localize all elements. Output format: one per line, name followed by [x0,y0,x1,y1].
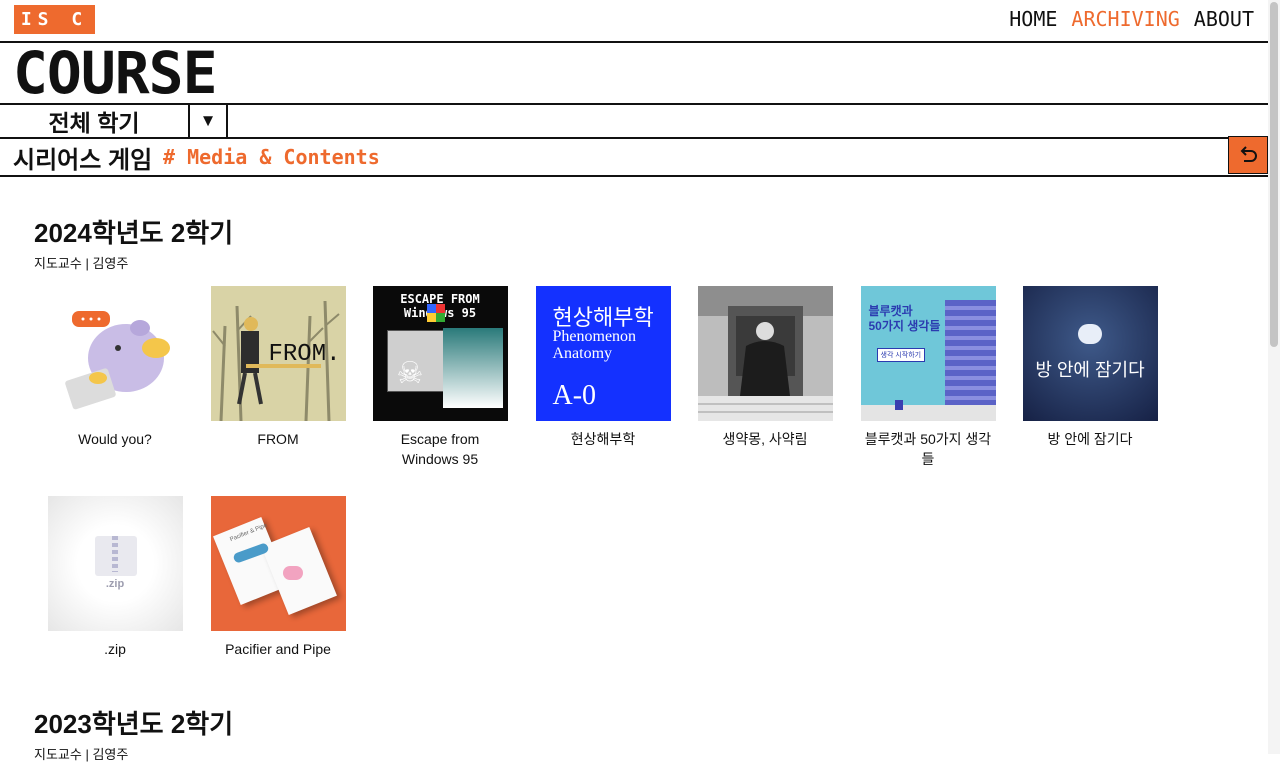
project-title: .zip [104,641,126,657]
project-title: 블루캣과 50가지 생각들 [864,431,992,467]
subject-row: 시리어스 게임 # Media & Contents [0,136,1268,177]
thumbnail-code: A-0 [552,380,597,411]
scroll-thumb[interactable] [1270,2,1278,347]
scrollbar[interactable] [1268,0,1280,754]
thumbnail-text: .zip [105,578,125,590]
subject-tag: # Media & Contents [163,145,380,169]
page-title: COURSE [13,39,218,107]
main-nav: HOME ARCHIVING ABOUT [1009,7,1254,31]
triangle-down-icon[interactable]: ▼ [190,105,228,137]
project-thumbnail[interactable]: 방 안에 잠기다 [1022,286,1158,421]
thumbnail-subtitle: Anatomy [552,345,613,362]
undo-icon [1240,146,1257,162]
project-thumbnail[interactable] [697,286,833,421]
thumbnail-text: 50가지 생각들 [868,319,941,333]
project-thumbnail[interactable]: FROM. [210,286,346,421]
nav-about[interactable]: ABOUT [1194,7,1254,31]
semester-filter-row: 전체 학기 ▼ [0,103,1268,139]
project-card-from[interactable]: FROM. FROM [210,286,346,449]
back-button[interactable] [1228,136,1268,174]
project-title: FROM [257,431,299,447]
project-title: 방 안에 잠기다 [1047,431,1133,447]
semester-select[interactable]: 전체 학기 [0,105,190,137]
project-card-would-you[interactable]: Would you? [47,286,183,449]
project-title: Would you? [78,431,152,447]
project-title: 생약몽, 사약림 [722,431,808,447]
section-title: 2024학년도 2학기 [34,218,234,248]
project-thumbnail[interactable]: 블루캣과 50가지 생각들 생각 시작하기 [860,286,996,421]
subject-name: 시리어스 게임 [13,147,153,174]
thumbnail-subtitle: Phenomenon [552,328,637,345]
project-thumbnail[interactable]: ESCAPE FROM Windows 95 ☠ [372,286,508,421]
thumbnail-text: FROM. [268,341,341,368]
project-thumbnail[interactable]: .zip [47,496,183,631]
project-card-room[interactable]: 방 안에 잠기다 방 안에 잠기다 [1022,286,1158,449]
nav-home[interactable]: HOME [1009,7,1057,31]
top-bar: IS C HOME ARCHIVING ABOUT [0,0,1268,43]
project-card-saengyakmong[interactable]: 생약몽, 사약림 [697,286,833,449]
project-thumbnail[interactable]: Pacifier & Pipe [210,496,346,631]
project-card-escape-windows[interactable]: ESCAPE FROM Windows 95 ☠ Escape from Win… [372,286,508,469]
thumbnail-button: 생각 시작하기 [876,348,926,362]
section-professor: 지도교수 | 김영주 [34,256,129,271]
project-thumbnail[interactable] [47,286,183,421]
nav-archiving[interactable]: ARCHIVING [1071,7,1179,31]
project-card-zip[interactable]: .zip .zip [47,496,183,659]
site-logo[interactable]: IS C [14,5,95,34]
project-title: 현상해부학 [570,431,636,447]
logo-text: IS C [20,9,89,30]
project-thumbnail[interactable]: 현상해부학 Phenomenon Anatomy A-0 [535,286,671,421]
project-title: Pacifier and Pipe [225,641,331,657]
thumbnail-text: 블루캣과 [868,304,913,318]
section-title: 2023학년도 2학기 [34,709,234,739]
thumbnail-text: 방 안에 잠기다 [1035,360,1145,380]
project-card-pacifier-pipe[interactable]: Pacifier & Pipe Pacifier and Pipe [210,496,346,659]
project-title: Escape from Windows 95 [400,431,480,467]
project-card-bluecat[interactable]: 블루캣과 50가지 생각들 생각 시작하기 블루캣과 50가지 생각들 [860,286,996,469]
project-card-phenomenon[interactable]: 현상해부학 Phenomenon Anatomy A-0 현상해부학 [535,286,671,449]
